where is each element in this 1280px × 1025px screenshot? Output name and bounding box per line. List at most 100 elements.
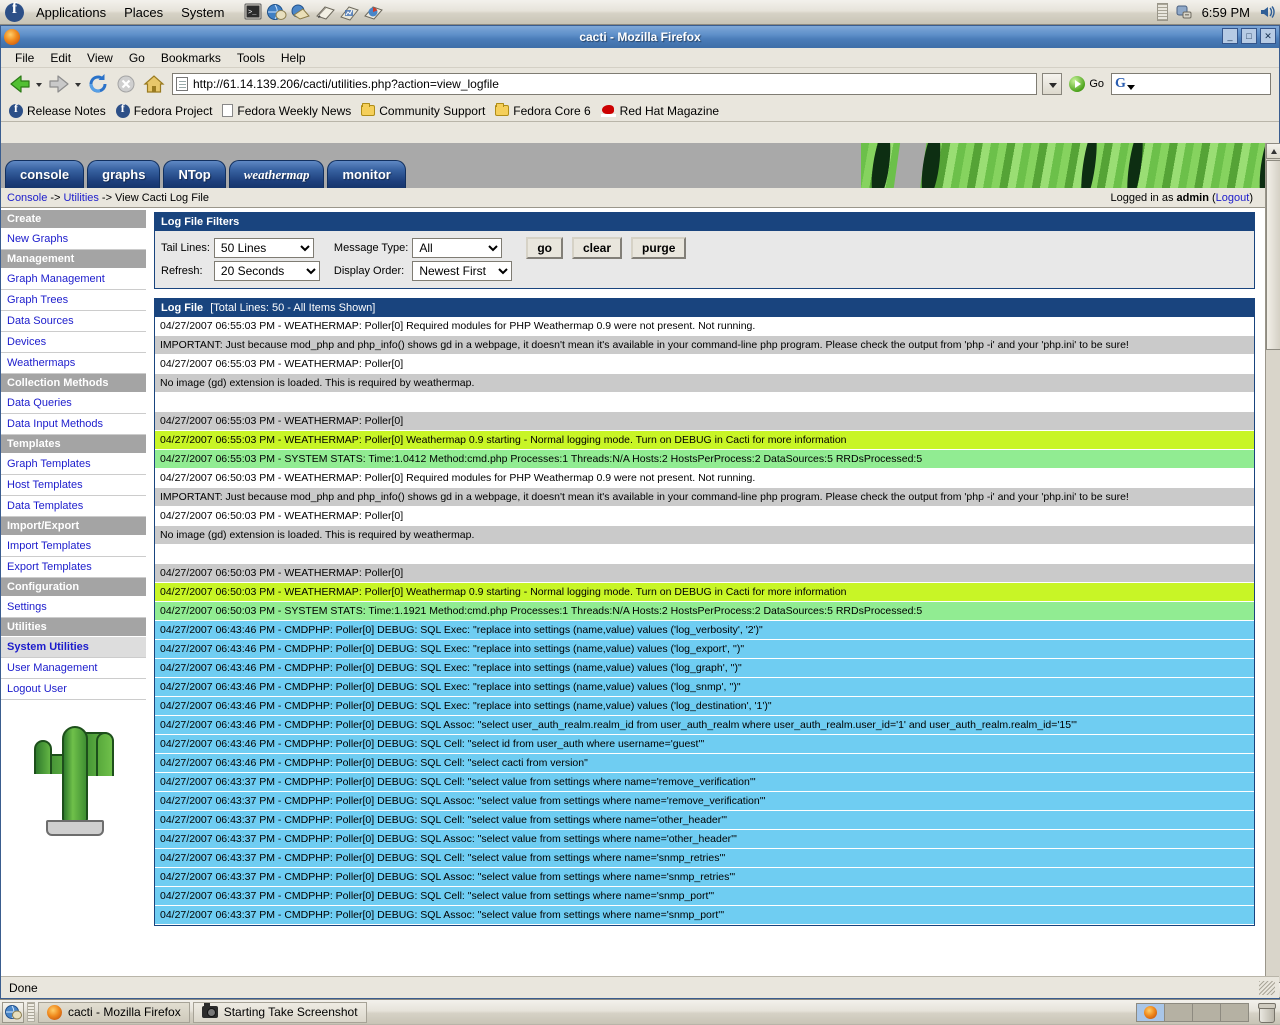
clock[interactable]: 6:59 PM	[1196, 5, 1256, 20]
log-row: 04/27/2007 06:50:03 PM - WEATHERMAP: Pol…	[155, 583, 1254, 602]
tab-graphs[interactable]: graphs	[87, 160, 160, 188]
menu-help[interactable]: Help	[273, 49, 314, 67]
email-icon[interactable]	[290, 2, 312, 22]
sidebar-item-graph-trees[interactable]: Graph Trees	[1, 290, 146, 311]
sidebar-item-graph-templates[interactable]: Graph Templates	[1, 454, 146, 475]
spreadsheet-icon[interactable]	[338, 2, 360, 22]
sidebar-item-system-utilities[interactable]: System Utilities	[1, 637, 146, 658]
message-type-select[interactable]: All	[412, 238, 502, 258]
show-desktop-icon[interactable]	[2, 1002, 24, 1023]
sidebar-item-user-management[interactable]: User Management	[1, 658, 146, 679]
sidebar-item-logout-user[interactable]: Logout User	[1, 679, 146, 700]
presentation-icon[interactable]	[362, 2, 384, 22]
task-button-screenshot[interactable]: Starting Take Screenshot	[193, 1002, 367, 1023]
workspace-1[interactable]	[1136, 1003, 1165, 1022]
bookmark-fedora-core-6[interactable]: Fedora Core 6	[495, 104, 590, 118]
minimize-button[interactable]: _	[1222, 28, 1238, 44]
reload-icon[interactable]	[85, 71, 111, 97]
go-filter-button[interactable]: go	[526, 237, 563, 259]
sidebar-item-devices[interactable]: Devices	[1, 332, 146, 353]
tab-ntop[interactable]: NTop	[163, 160, 225, 188]
close-button[interactable]: ✕	[1260, 28, 1276, 44]
search-input[interactable]: G	[1111, 73, 1271, 95]
login-paren-open: (	[1209, 192, 1216, 204]
web-browser-icon[interactable]	[266, 2, 288, 22]
cactus-icon	[26, 718, 122, 836]
login-user: admin	[1177, 192, 1209, 204]
sidebar-item-weathermaps[interactable]: Weathermaps	[1, 353, 146, 374]
breadcrumb: Console -> Utilities -> View Cacti Log F…	[1, 188, 1265, 208]
menu-places[interactable]: Places	[115, 3, 172, 22]
resize-grip[interactable]	[1259, 981, 1275, 995]
display-order-select[interactable]: Newest First	[412, 261, 512, 281]
cactus-logo	[1, 700, 146, 836]
sidebar-item-data-templates[interactable]: Data Templates	[1, 496, 146, 517]
back-button-icon[interactable]	[7, 71, 33, 97]
go-button[interactable]: Go	[1064, 76, 1109, 92]
main-content: Log File Filters Tail Lines: 50 Lines	[146, 208, 1265, 926]
log-row: 04/27/2007 06:43:37 PM - CMDPHP: Poller[…	[155, 792, 1254, 811]
printer-icon[interactable]	[1173, 2, 1195, 22]
menu-file[interactable]: File	[7, 49, 42, 67]
breadcrumb-utilities[interactable]: Utilities	[63, 192, 98, 204]
sidebar-item-settings[interactable]: Settings	[1, 597, 146, 618]
tab-weathermap[interactable]: weathermap	[229, 160, 325, 188]
tab-monitor[interactable]: monitor	[327, 160, 405, 188]
sidebar-item-graph-management[interactable]: Graph Management	[1, 269, 146, 290]
workspace-3[interactable]	[1192, 1003, 1221, 1022]
sidebar-header-import-export: Import/Export	[1, 517, 146, 536]
sidebar: CreateNew GraphsManagementGraph Manageme…	[1, 208, 146, 836]
menu-bookmarks[interactable]: Bookmarks	[153, 49, 229, 67]
forward-dropdown-icon[interactable]	[74, 71, 83, 97]
tray-grip	[1157, 3, 1168, 21]
bookmark-release-notes[interactable]: Release Notes	[9, 104, 106, 118]
log-row: 04/27/2007 06:55:03 PM - SYSTEM STATS: T…	[155, 450, 1254, 469]
sidebar-item-new-graphs[interactable]: New Graphs	[1, 229, 146, 250]
sidebar-item-data-input-methods[interactable]: Data Input Methods	[1, 414, 146, 435]
maximize-button[interactable]: □	[1241, 28, 1257, 44]
task-button-firefox[interactable]: cacti - Mozilla Firefox	[38, 1002, 190, 1023]
purge-button[interactable]: purge	[631, 237, 686, 259]
menu-tools[interactable]: Tools	[229, 49, 273, 67]
vscroll-thumb[interactable]	[1266, 160, 1280, 350]
back-dropdown-icon[interactable]	[35, 71, 44, 97]
writer-icon[interactable]	[314, 2, 336, 22]
refresh-select[interactable]: 20 Seconds	[214, 261, 320, 281]
url-dropdown-icon[interactable]	[1042, 73, 1062, 95]
sidebar-item-import-templates[interactable]: Import Templates	[1, 536, 146, 557]
tail-lines-select[interactable]: 50 Lines	[214, 238, 314, 258]
log-row: 04/27/2007 06:43:37 PM - CMDPHP: Poller[…	[155, 868, 1254, 887]
trash-icon[interactable]	[1258, 1003, 1274, 1021]
menu-view[interactable]: View	[79, 49, 121, 67]
login-prefix: Logged in as	[1110, 192, 1176, 204]
go-label: Go	[1089, 78, 1104, 90]
workspace-4[interactable]	[1220, 1003, 1249, 1022]
workspace-2[interactable]	[1164, 1003, 1193, 1022]
vscroll-up-button[interactable]	[1266, 143, 1280, 159]
terminal-icon[interactable]: >_	[242, 2, 264, 22]
volume-icon[interactable]	[1257, 2, 1279, 22]
menu-edit[interactable]: Edit	[42, 49, 79, 67]
clear-button[interactable]: clear	[572, 237, 622, 259]
sidebar-item-export-templates[interactable]: Export Templates	[1, 557, 146, 578]
firefox-icon	[1144, 1006, 1157, 1019]
menu-applications[interactable]: Applications	[27, 3, 115, 22]
bookmark-community-support[interactable]: Community Support	[361, 104, 485, 118]
menu-system[interactable]: System	[172, 3, 233, 22]
sidebar-item-data-queries[interactable]: Data Queries	[1, 393, 146, 414]
home-icon[interactable]	[141, 71, 167, 97]
breadcrumb-console[interactable]: Console	[7, 192, 47, 204]
sidebar-header-templates: Templates	[1, 435, 146, 454]
bookmark-fedora-project[interactable]: Fedora Project	[116, 104, 213, 118]
bookmark-red-hat-magazine[interactable]: Red Hat Magazine	[601, 104, 719, 118]
sidebar-item-host-templates[interactable]: Host Templates	[1, 475, 146, 496]
bookmark-fedora-weekly-news[interactable]: Fedora Weekly News	[222, 104, 351, 118]
workspace-switcher[interactable]	[1137, 1003, 1249, 1022]
menu-go[interactable]: Go	[121, 49, 153, 67]
tab-console[interactable]: console	[5, 160, 84, 188]
search-engine-caret-icon[interactable]	[1127, 85, 1135, 90]
url-bar[interactable]: http://61.14.139.206/cacti/utilities.php…	[172, 73, 1037, 95]
page-vertical-scrollbar[interactable]	[1265, 143, 1280, 998]
sidebar-item-data-sources[interactable]: Data Sources	[1, 311, 146, 332]
logout-link[interactable]: Logout	[1216, 192, 1250, 204]
